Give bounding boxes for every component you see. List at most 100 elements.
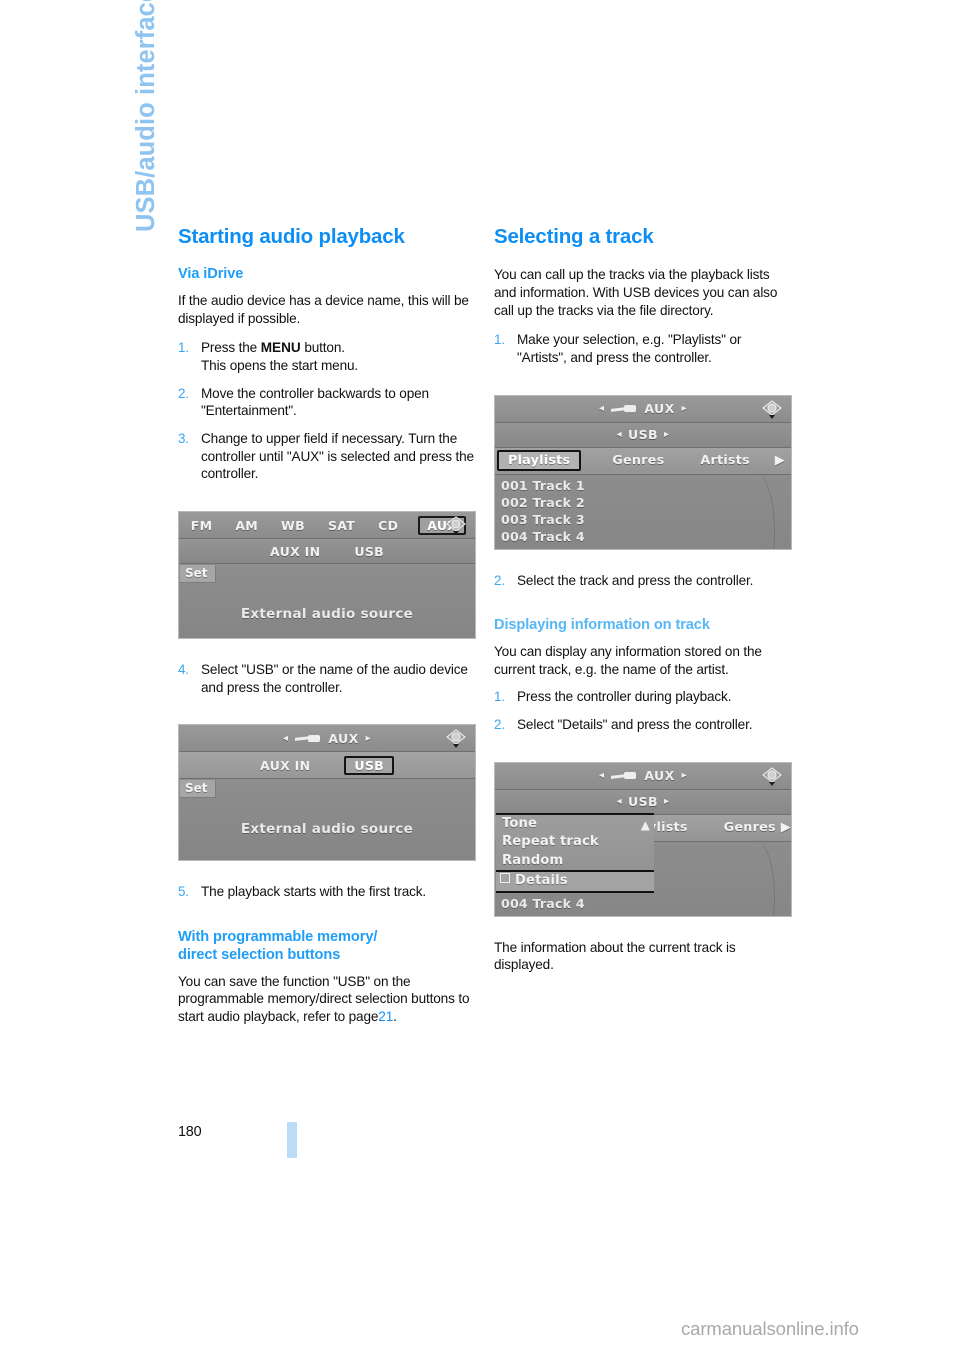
steps-list-idrive: 1. Press the MENU button. This opens the s… — [178, 339, 476, 483]
step-number: 2. — [494, 717, 505, 733]
source-bar: FM AM WB SAT CD AUX — [179, 512, 475, 540]
left-arrow-icon[interactable]: ◂ — [283, 733, 288, 744]
source-am[interactable]: AM — [232, 517, 261, 534]
device-header: ◂ USB ▸ — [617, 794, 670, 809]
category-tabs: Playlists Genres Artists ▶ — [495, 448, 791, 474]
page-title: Starting audio playback — [178, 225, 405, 248]
page-reference-link[interactable]: 21 — [378, 1009, 393, 1024]
right-arrow-icon[interactable]: ▸ — [664, 796, 669, 807]
source-bar: ◂ AUX ▸ — [495, 395, 791, 423]
step-number: 1. — [494, 332, 505, 348]
page-number: 180 — [178, 1124, 202, 1140]
outro-paragraph: You can save the function "USB" on the p… — [178, 973, 476, 1026]
screen-body: Set External audio source — [179, 779, 475, 861]
step-text-post: button. — [300, 340, 345, 356]
list-item: 5. The playback starts with the first tra… — [178, 883, 476, 901]
subtab-items: AUX IN USB — [179, 544, 475, 559]
source-wb[interactable]: WB — [278, 517, 308, 534]
menu-item-repeat-track[interactable]: Repeat track — [496, 833, 654, 852]
step-text: Select "Details" and press the controlle… — [517, 717, 753, 733]
tab-playlists[interactable]: Playlists — [497, 450, 582, 472]
set-button[interactable]: Set — [180, 780, 216, 799]
section-tab-label: USB/audio interface — [132, 0, 160, 232]
list-item: 1. Press the MENU button. This opens the s… — [178, 339, 476, 374]
left-arrow-icon[interactable]: ◂ — [599, 770, 604, 781]
aux-header: ◂ AUX ▸ — [599, 401, 687, 416]
right-arrow-icon[interactable]: ▸ — [682, 403, 687, 414]
list-item[interactable]: 004 Track 4 — [495, 528, 791, 545]
subtab-usb[interactable]: USB — [354, 544, 384, 559]
subtab-usb-selected[interactable]: USB — [344, 755, 394, 775]
subtab-aux-in[interactable]: AUX IN — [260, 758, 310, 773]
right-arrow-icon[interactable]: ▸ — [682, 770, 687, 781]
list-item: 3. Change to upper field if necessary. Tu… — [178, 430, 476, 483]
tab-genres[interactable]: Genres — [607, 453, 669, 468]
source-bar: ◂ AUX ▸ — [179, 725, 475, 753]
intro-paragraph: You can call up the tracks via the playb… — [494, 267, 778, 318]
source-fm[interactable]: FM — [188, 517, 216, 534]
subheading-via-idrive: Via iDrive — [178, 266, 244, 283]
center-message: External audio source — [240, 606, 414, 623]
idrive-screenshot-options-menu: ◂ AUX ▸ ◂ USB ▸ ylists Genres ▶ 004 Trac… — [494, 761, 792, 917]
step-number: 5. — [178, 884, 189, 900]
manual-page: USB/audio interface Starting audio playb… — [0, 0, 960, 1358]
aux-label: AUX — [644, 401, 675, 417]
menu-item-tone[interactable]: Tone — [496, 815, 654, 834]
idrive-screenshot-usb-selected: ◂ AUX ▸ AUX IN USB Set External audio so… — [178, 724, 476, 862]
list-item: 1. Make your selection, e.g. "Playlists" … — [494, 331, 792, 366]
step-text-line2: This opens the start menu. — [201, 358, 359, 373]
list-item[interactable]: 003 Track 3 — [495, 511, 791, 528]
subheading-displaying-info: Displaying information on track — [494, 617, 710, 634]
checkbox-icon[interactable] — [500, 873, 510, 884]
menu-item-random[interactable]: Random — [496, 852, 654, 871]
options-popup-menu: ▲ Tone Repeat track Random Details — [496, 812, 654, 893]
list-item[interactable]: 004 Track 4 — [495, 895, 791, 912]
outro-text: You can save the function "USB" on the p… — [178, 973, 470, 1024]
outro-text-end: . — [393, 1008, 397, 1024]
left-arrow-icon[interactable]: ◂ — [617, 796, 622, 807]
left-column: Starting audio playback Via iDrive If th… — [178, 225, 476, 1026]
steps-list-details: 1. Press the controller during playback. … — [494, 688, 792, 733]
subheading-line2: direct selection buttons — [178, 946, 341, 963]
step-text: Change to upper field if necessary. Turn… — [201, 431, 474, 482]
step-text: Make your selection, e.g. "Playlists" or… — [517, 332, 742, 365]
tab-artists[interactable]: Artists — [695, 453, 754, 468]
list-item: 4. Select "USB" or the name of the audio … — [178, 661, 476, 696]
step-number: 2. — [494, 572, 505, 588]
scroll-up-caret-icon[interactable]: ▲ — [641, 818, 650, 832]
aux-label: AUX — [644, 768, 675, 784]
subheading-programmable-memory: With programmable memory/ direct selecti… — [178, 929, 476, 965]
section-tab: USB/audio interface — [131, 0, 161, 232]
step-number: 4. — [178, 662, 189, 678]
right-arrow-icon[interactable]: ▸ — [366, 733, 371, 744]
set-button[interactable]: Set — [180, 565, 216, 584]
right-arrow-icon[interactable]: ▸ — [664, 429, 669, 440]
more-tabs-icon[interactable]: ▶ — [775, 453, 785, 468]
screen-body: Set External audio source — [179, 564, 475, 639]
source-cd[interactable]: CD — [375, 517, 401, 534]
list-item: 2. Move the controller backwards to open … — [178, 385, 476, 420]
menu-button-keyword: MENU — [260, 340, 301, 356]
subtab-aux-in[interactable]: AUX IN — [270, 544, 320, 559]
step-text: Press the controller during playback. — [517, 689, 732, 705]
tab-genres[interactable]: Genres — [719, 820, 781, 835]
controller-icon — [758, 398, 786, 420]
list-item[interactable]: 002 Track 2 — [495, 494, 791, 511]
more-tabs-icon[interactable]: ▶ — [781, 820, 791, 835]
step-text: Select "USB" or the name of the audio de… — [201, 662, 468, 695]
step-number: 3. — [178, 431, 189, 447]
device-label: USB — [628, 794, 658, 810]
step-4-list: 4. Select "USB" or the name of the audio … — [178, 661, 476, 696]
center-message: External audio source — [240, 821, 414, 838]
subtab-bar: AUX IN USB — [179, 539, 475, 565]
left-arrow-icon[interactable]: ◂ — [617, 429, 622, 440]
subtab-items: AUX IN USB — [179, 755, 475, 775]
right-column: Selecting a track You can call up the tr… — [494, 225, 792, 974]
left-arrow-icon[interactable]: ◂ — [599, 403, 604, 414]
controller-icon — [758, 765, 786, 787]
source-sat[interactable]: SAT — [325, 517, 358, 534]
menu-item-details[interactable]: Details — [496, 870, 654, 893]
list-item[interactable]: 001 Track 1 — [495, 477, 791, 494]
page-edge-marker — [287, 1122, 297, 1158]
step-number: 1. — [178, 340, 189, 356]
